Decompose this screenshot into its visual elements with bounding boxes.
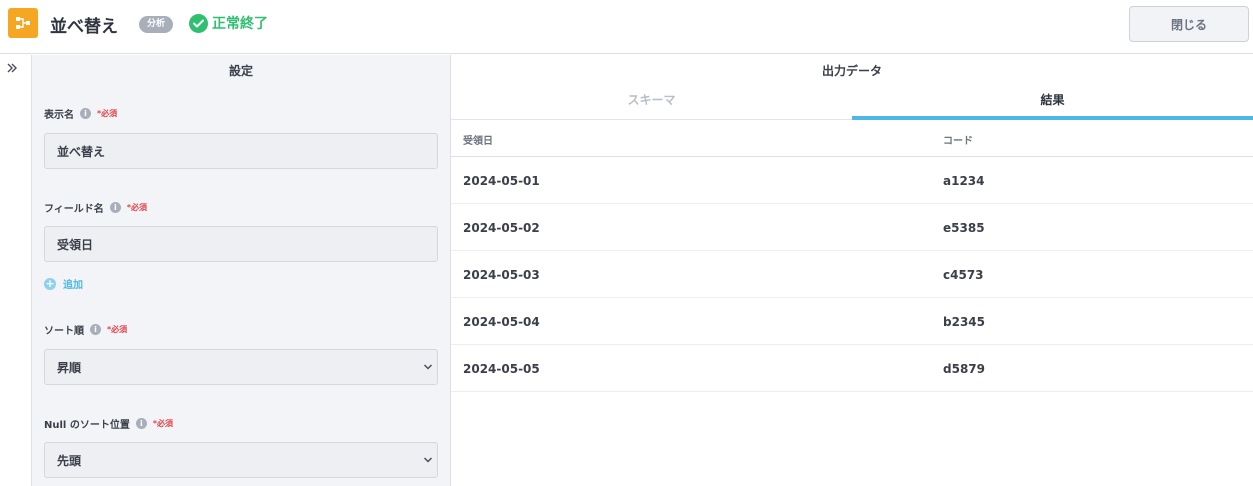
check-circle-icon (189, 13, 208, 33)
field-name-label: フィールド名 (44, 204, 104, 215)
chevron-down-icon (423, 455, 433, 465)
plus-circle-icon: + (44, 276, 56, 290)
flow-icon (8, 8, 38, 38)
output-title: 出力データ (821, 64, 882, 78)
info-icon[interactable]: i (135, 418, 147, 429)
page-title: 並べ替え (50, 17, 118, 37)
tab-schema[interactable]: スキーマ (451, 86, 852, 120)
close-button[interactable]: 閉じる (1129, 6, 1249, 42)
required-mark: *必須 (107, 325, 128, 334)
table-cell: 2024-05-01 (463, 174, 540, 188)
required-mark: *必須 (97, 109, 118, 118)
table-cell: 2024-05-03 (463, 268, 540, 282)
sort-order-label: ソート順 (44, 326, 84, 337)
null-position-value: 先頭 (57, 453, 82, 468)
sort-order-value: 昇順 (57, 360, 82, 375)
display-name-label-row: 表示名 i *必須 (44, 106, 117, 121)
display-name-label: 表示名 (44, 110, 74, 121)
field-name-label-row: フィールド名 i *必須 (44, 200, 147, 215)
result-table: 受領日 コード 2024-05-01 a1234 2024-05-02 e538… (451, 121, 1253, 392)
info-icon[interactable]: i (109, 202, 121, 213)
table-cell: 2024-05-04 (463, 315, 540, 329)
sort-order-label-row: ソート順 i *必須 (44, 322, 127, 337)
tab-result[interactable]: 結果 (852, 86, 1253, 120)
sort-order-select[interactable]: 昇順 (44, 349, 438, 385)
add-label: 追加 (63, 280, 83, 291)
settings-title: 設定 (228, 64, 253, 78)
column-header[interactable]: 受領日 (463, 132, 493, 147)
chevron-down-icon (423, 362, 433, 372)
column-header[interactable]: コード (943, 132, 973, 147)
table-cell: e5385 (943, 221, 985, 235)
double-chevron-right-icon[interactable] (6, 62, 22, 76)
display-name-value: 並べ替え (57, 144, 106, 159)
category-badge: 分析 (139, 16, 174, 33)
info-icon[interactable]: i (80, 108, 91, 119)
null-position-select[interactable]: 先頭 (44, 442, 438, 478)
display-name-input[interactable]: 並べ替え (44, 133, 438, 169)
table-cell: d5879 (943, 362, 985, 376)
info-icon[interactable]: i (90, 324, 101, 335)
table-cell: a1234 (943, 174, 985, 188)
add-field-button[interactable]: + 追加 (44, 276, 83, 291)
settings-panel: 設定 表示名 i *必須 並べ替え フィールド名 i *必須 受領日 + 追加 … (32, 55, 451, 486)
required-mark: *必須 (152, 419, 174, 428)
table-header: 受領日 コード (451, 121, 1253, 157)
status-text: 正常終了 (212, 16, 268, 32)
field-name-input[interactable]: 受領日 (44, 226, 438, 262)
null-position-label: Null のソート位置 (44, 420, 130, 431)
required-mark: *必須 (126, 203, 147, 212)
side-rail (0, 55, 32, 486)
table-row: 2024-05-03 c4573 (451, 251, 1253, 298)
field-name-value: 受領日 (57, 237, 94, 252)
table-row: 2024-05-02 e5385 (451, 204, 1253, 251)
table-row: 2024-05-01 a1234 (451, 157, 1253, 204)
table-cell: c4573 (943, 268, 984, 282)
table-cell: b2345 (943, 315, 985, 329)
table-row: 2024-05-05 d5879 (451, 345, 1253, 392)
table-cell: 2024-05-05 (463, 362, 540, 376)
output-panel: 出力データ スキーマ 結果 受領日 コード 2024-05-01 a1234 2… (451, 55, 1253, 486)
table-cell: 2024-05-02 (463, 221, 540, 235)
null-position-label-row: Null のソート位置 i *必須 (44, 416, 173, 431)
header: 並べ替え 分析 正常終了 閉じる (0, 0, 1253, 54)
table-row: 2024-05-04 b2345 (451, 298, 1253, 345)
status-indicator: 正常終了 (189, 13, 268, 33)
